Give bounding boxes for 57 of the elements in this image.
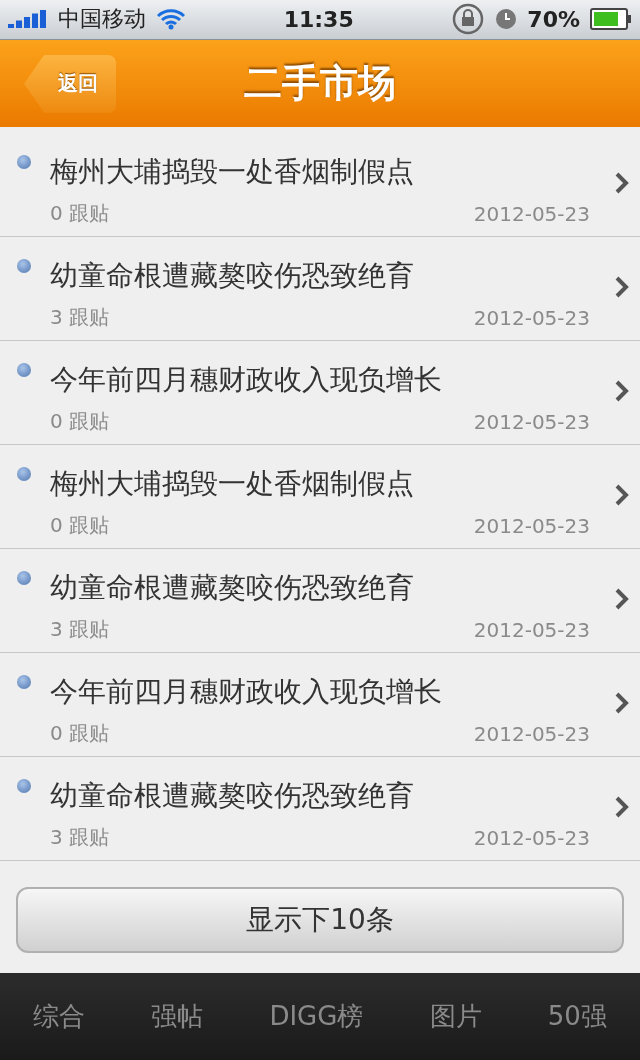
bullet-icon [17,258,31,273]
post-date: 2012-05-23 [473,721,590,746]
post-row[interactable]: 幼童命根遭藏獒咬伤恐致绝育 3 跟贴 2012-05-23 [0,548,640,653]
battery-percent: 70% [527,6,580,32]
tab[interactable]: 图片 [423,997,488,1035]
post-title: 梅州大埔捣毁一处香烟制假点 [50,465,415,502]
chevron-icon [614,378,630,403]
tab[interactable]: 50强 [541,997,613,1035]
reply-count: 0 跟贴 [50,200,110,228]
tab[interactable]: 综合 [27,997,92,1035]
bullet-icon [17,674,31,689]
post-date: 2012-05-23 [473,513,590,538]
bullet-icon [17,362,31,377]
page-title: 二手市场 [244,59,396,107]
reply-count: 0 跟贴 [50,720,110,748]
post-date: 2012-05-23 [473,825,590,850]
clock-icon [495,8,518,31]
bullet-icon [17,154,31,169]
signal-icon [8,10,48,29]
bullet-icon [17,466,31,481]
chevron-icon [614,794,630,819]
bullet-icon [17,778,31,793]
chevron-icon [614,690,630,715]
tab[interactable]: DIGG榜 [263,997,370,1035]
post-row[interactable]: 幼童命根遭藏獒咬伤恐致绝育 3 跟贴 2012-05-23 [0,756,640,861]
rotation-lock-icon [451,2,486,37]
post-title: 幼童命根遭藏獒咬伤恐致绝育 [50,777,415,814]
status-time: 11:35 [283,6,354,32]
post-row[interactable]: 今年前四月穗财政收入现负增长 0 跟贴 2012-05-23 [0,652,640,757]
post-title: 今年前四月穗财政收入现负增长 [50,673,443,710]
battery-icon [590,8,632,31]
carrier-name: 中国移动 [58,5,146,34]
post-date: 2012-05-23 [473,305,590,330]
reply-count: 3 跟贴 [50,824,110,852]
chevron-icon [614,482,630,507]
chevron-icon [614,170,630,195]
post-date: 2012-05-23 [473,617,590,642]
post-row[interactable]: 今年前四月穗财政收入现负增长 0 跟贴 2012-05-23 [0,340,640,445]
tab[interactable]: 强帖 [145,997,210,1035]
post-title: 今年前四月穗财政收入现负增长 [50,361,443,398]
post-title: 幼童命根遭藏獒咬伤恐致绝育 [50,569,415,606]
chevron-icon [614,586,630,611]
post-title: 梅州大埔捣毁一处香烟制假点 [50,153,415,190]
post-row[interactable]: 梅州大埔捣毁一处香烟制假点 0 跟贴 2012-05-23 [0,132,640,237]
bullet-icon [17,570,31,585]
post-title: 幼童命根遭藏獒咬伤恐致绝育 [50,257,415,294]
show-more-button[interactable]: 显示下10条 [16,886,624,953]
post-row[interactable]: 梅州大埔捣毁一处香烟制假点 0 跟贴 2012-05-23 [0,444,640,549]
chevron-icon [614,274,630,299]
post-row[interactable]: 幼童命根遭藏獒咬伤恐致绝育 3 跟贴 2012-05-23 [0,236,640,341]
post-date: 2012-05-23 [473,201,590,226]
reply-count: 3 跟贴 [50,616,110,644]
reply-count: 0 跟贴 [50,512,110,540]
post-date: 2012-05-23 [473,409,590,434]
wifi-icon [156,8,186,31]
reply-count: 0 跟贴 [50,408,110,436]
reply-count: 3 跟贴 [50,304,110,332]
